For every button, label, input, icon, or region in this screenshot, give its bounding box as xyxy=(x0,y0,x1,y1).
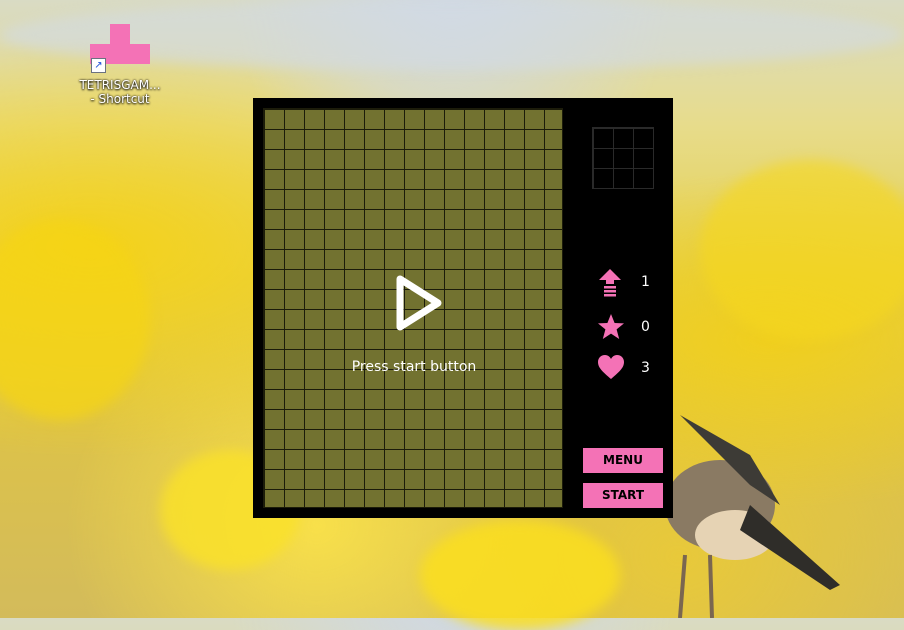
start-button[interactable]: START xyxy=(583,483,663,508)
lives-value: 3 xyxy=(641,360,650,376)
background-bokeh xyxy=(420,520,620,630)
lives-stat: 3 xyxy=(597,354,657,384)
game-window: Press start button 1 0 3 MENU START xyxy=(253,98,673,518)
background-bokeh xyxy=(0,220,150,420)
shortcut-arrow-icon: ↗ xyxy=(91,58,106,73)
star-icon xyxy=(598,314,624,339)
level-value: 1 xyxy=(641,274,650,290)
shortcut-label-line2: - Shortcut xyxy=(90,92,150,106)
score-stat: 0 xyxy=(597,313,657,343)
start-prompt: Press start button xyxy=(351,359,477,375)
level-up-icon xyxy=(599,269,621,297)
desktop-shortcut[interactable]: ↗ TETRISGAM... - Shortcut xyxy=(72,22,168,106)
shortcut-label: TETRISGAM... - Shortcut xyxy=(72,78,168,106)
game-board[interactable]: Press start button xyxy=(263,108,563,508)
heart-icon xyxy=(598,355,624,379)
level-stat: 1 xyxy=(597,268,657,298)
play-icon[interactable] xyxy=(390,271,446,335)
shortcut-label-line1: TETRISGAM... xyxy=(79,78,161,92)
score-value: 0 xyxy=(641,319,650,335)
next-piece-preview xyxy=(592,127,654,189)
menu-button[interactable]: MENU xyxy=(583,448,663,473)
background-bokeh xyxy=(700,160,904,340)
